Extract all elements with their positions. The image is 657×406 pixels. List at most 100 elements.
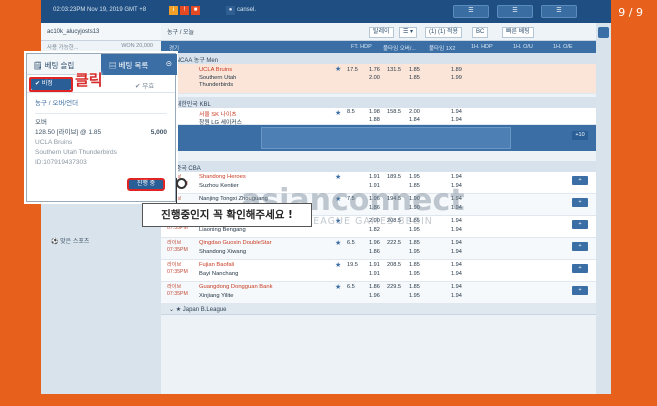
ou-odds-2[interactable]: 1.95 <box>409 271 420 277</box>
highlight-box <box>29 77 73 92</box>
more-markets-button[interactable]: + <box>572 220 588 229</box>
favorite-star-icon[interactable]: ★ <box>335 65 341 73</box>
match-time: 라이브 07:35PM <box>167 240 188 253</box>
odds-type-select[interactable]: BC <box>472 27 489 38</box>
hdp-odds[interactable]: 1.96 <box>369 240 380 246</box>
x12-odds[interactable]: 1.94 <box>451 174 462 180</box>
topbar-button-1[interactable]: ☰ <box>453 5 489 18</box>
favorite-star-icon[interactable]: ★ <box>335 261 341 269</box>
topbar-button-3[interactable]: ☰ <box>541 5 577 18</box>
ou-odds[interactable]: 1.85 <box>409 240 420 246</box>
ou-odds[interactable]: 2.00 <box>409 109 420 115</box>
favorite-star-icon[interactable]: ★ <box>335 109 341 117</box>
quick-bet-toggle[interactable]: 빠른 베팅 <box>502 27 534 38</box>
username[interactable]: cansel. <box>237 7 256 13</box>
hdp-odds-2[interactable]: 1.96 <box>369 293 380 299</box>
home-team: Qingdao Guoxin DoubleStar <box>199 240 272 246</box>
bet-status-badge[interactable]: 진행 중 <box>127 178 165 191</box>
favorite-star-icon[interactable]: ★ <box>335 173 341 181</box>
hdp-line: 6.5 <box>347 240 355 246</box>
x12-odds-2[interactable]: 1.94 <box>451 117 462 123</box>
hdp-line: 17.5 <box>347 67 358 73</box>
col-ft-1x2: 풀타임 1X2 <box>429 46 456 52</box>
list-icon: ▤ <box>109 61 119 70</box>
hdp-odds-2[interactable]: 1.88 <box>369 117 380 123</box>
refresh-button[interactable]: 탈레이 <box>369 27 394 38</box>
receipt-icon: 🗒 <box>33 61 45 70</box>
sort-button[interactable]: ☰ ▾ <box>399 27 418 38</box>
ou-odds[interactable]: 1.85 <box>409 284 420 290</box>
ou-odds-2[interactable]: 1.95 <box>409 293 420 299</box>
x12-odds-2[interactable]: 1.99 <box>451 75 462 81</box>
favorite-star-icon[interactable]: ★ <box>335 239 341 247</box>
match-row[interactable]: UCLA Bruins Southern Utah Thunderbirds ★… <box>161 64 596 94</box>
league-header-ncaa[interactable]: ⌄ NCAA 농구 Men <box>161 53 596 64</box>
ou-odds-2[interactable]: 1.85 <box>409 75 420 81</box>
hdp-odds[interactable]: 1.86 <box>369 284 380 290</box>
match-row[interactable]: 라이브 07:35PM Guangdong Dongguan Bank Xinjia… <box>161 282 596 304</box>
league-header-japan[interactable]: ⌄ ★ Japan B.League <box>161 304 596 315</box>
col-1h-hdp: 1H. HDP <box>471 44 493 50</box>
sidebar-item-sports[interactable]: ⚽ 맞은 스포츠 <box>51 236 89 245</box>
ou-odds-2[interactable]: 1.95 <box>409 249 420 255</box>
away-team: Southern Utah Thunderbirds <box>199 75 237 88</box>
stream-controls[interactable] <box>261 127 511 149</box>
bet-selection: 오버 <box>35 119 47 126</box>
tab-bet-slip[interactable]: 🗒 베팅 슬립 <box>33 60 74 71</box>
clock: 02:03:23PM Nov 19, 2019 GMT +8 <box>53 7 147 13</box>
info-icon[interactable]: i <box>169 6 178 15</box>
x12-odds-2[interactable]: 1.94 <box>451 271 462 277</box>
market-filter[interactable]: (1) (1) 적용 <box>425 27 463 38</box>
ou-odds-2[interactable]: 1.95 <box>409 227 420 233</box>
match-row[interactable]: 라이브 07:35PM Qingdao Guoxin DoubleStar Shan… <box>161 238 596 260</box>
more-markets-button[interactable]: + <box>572 286 588 295</box>
hdp-odds-2[interactable]: 1.82 <box>369 227 380 233</box>
ou-odds[interactable]: 1.85 <box>409 262 420 268</box>
ou-odds[interactable]: 1.85 <box>409 67 420 73</box>
more-markets-button[interactable]: + <box>572 242 588 251</box>
match-row[interactable]: 라이브 07:35PM Fujian Baofali Bayi Nanchang 19… <box>161 260 596 282</box>
x12-odds[interactable]: 1.89 <box>451 67 462 73</box>
league-header-cba[interactable]: ⌄ 중국 CBA <box>161 161 596 172</box>
hdp-odds-2[interactable]: 1.86 <box>369 249 380 255</box>
pin-icon[interactable] <box>598 27 609 38</box>
x12-odds[interactable]: 1.94 <box>451 240 462 246</box>
away-team: Xinjiang Yilite <box>199 293 234 299</box>
collapse-icon[interactable]: ⊝ <box>166 59 172 68</box>
more-markets-button[interactable]: + <box>572 264 588 273</box>
topbar-button-2[interactable]: ☰ <box>497 5 533 18</box>
more-markets-button[interactable]: +10 <box>572 131 588 140</box>
hdp-odds[interactable]: 1.91 <box>369 262 380 268</box>
hdp-odds[interactable]: 1.98 <box>369 109 380 115</box>
top-bar: 02:03:23PM Nov 19, 2019 GMT +8 i ! ■ ● c… <box>41 0 611 23</box>
ou-odds-2[interactable]: 1.84 <box>409 117 420 123</box>
ou-line: 131.5 <box>387 67 401 73</box>
x12-odds-2[interactable]: 1.94 <box>451 249 462 255</box>
hdp-odds[interactable]: 1.91 <box>369 174 380 180</box>
hdp-odds-2[interactable]: 2.00 <box>369 75 380 81</box>
match-row[interactable]: 서울 SK 나이츠 창원 LG 세이커스 ★ 8.5 1.98 158.5 2.… <box>161 108 596 126</box>
ou-odds[interactable]: 1.95 <box>409 174 420 180</box>
flag-icon[interactable]: ■ <box>191 6 200 15</box>
more-markets-button[interactable]: + <box>572 198 588 207</box>
hdp-odds[interactable]: 1.76 <box>369 67 380 73</box>
x12-odds[interactable]: 1.94 <box>451 262 462 268</box>
x12-odds-2[interactable]: 1.94 <box>451 227 462 233</box>
favorite-star-icon[interactable]: ★ <box>335 283 341 291</box>
bet-team-away: Southern Utah Thunderbirds <box>35 149 117 156</box>
more-markets-button[interactable]: + <box>572 176 588 185</box>
subtab-void[interactable]: ✔ 무효 <box>135 80 154 90</box>
x12-odds[interactable]: 1.94 <box>451 109 462 115</box>
league-header-kbl[interactable]: ⌄ 대한민국 KBL <box>161 97 596 108</box>
account-bar: ac10k_alucyjosts13 <box>41 23 161 41</box>
watermark-tagline: LEAGUE GAMES BEGIN <box>307 216 433 227</box>
x12-odds[interactable]: 1.94 <box>451 284 462 290</box>
x12-odds-2[interactable]: 1.94 <box>451 293 462 299</box>
ou-line: 222.5 <box>387 240 401 246</box>
alert-icon[interactable]: ! <box>180 6 189 15</box>
tab-bet-list[interactable]: ▤ 베팅 목록 ⊝ <box>101 54 177 75</box>
user-icon: ● <box>226 6 235 15</box>
hdp-odds-2[interactable]: 1.91 <box>369 271 380 277</box>
x12-odds[interactable]: 1.94 <box>451 218 462 224</box>
bet-team-home: UCLA Bruins <box>35 139 73 146</box>
